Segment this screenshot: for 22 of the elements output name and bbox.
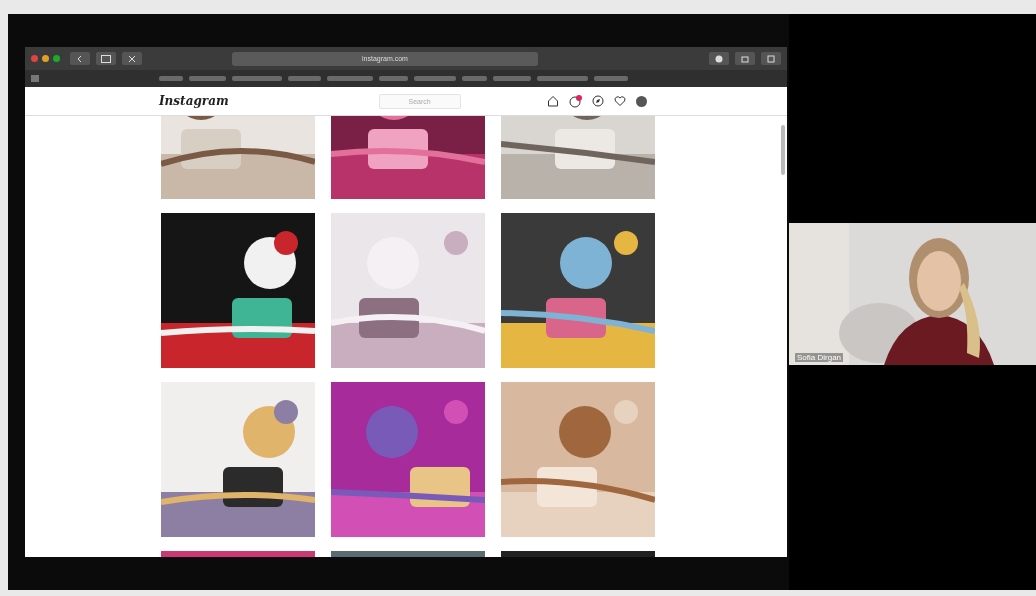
minimize-icon[interactable] (42, 55, 49, 62)
close-icon[interactable] (31, 55, 38, 62)
back-button[interactable] (70, 52, 90, 65)
messenger-icon[interactable] (568, 94, 582, 108)
sidebar-icon (101, 54, 111, 63)
share-button[interactable] (735, 52, 755, 65)
sidebar-button[interactable] (96, 52, 116, 65)
share-icon (741, 54, 749, 63)
heart-icon[interactable] (613, 95, 626, 107)
instagram-logo[interactable]: Instagram (159, 94, 229, 108)
participant-name: Sofia Dirgan (795, 353, 844, 362)
cross-icon (128, 54, 136, 63)
chevron-left-icon (76, 54, 84, 63)
maximize-icon[interactable] (53, 55, 60, 62)
compass-icon[interactable] (591, 95, 604, 107)
tabs-button[interactable] (761, 52, 781, 65)
share-button[interactable] (122, 52, 142, 65)
download-button[interactable] (709, 52, 729, 65)
home-icon[interactable] (546, 95, 559, 107)
avatar-icon[interactable] (635, 95, 647, 107)
tabs-icon (767, 54, 775, 63)
circle-icon (715, 54, 723, 63)
